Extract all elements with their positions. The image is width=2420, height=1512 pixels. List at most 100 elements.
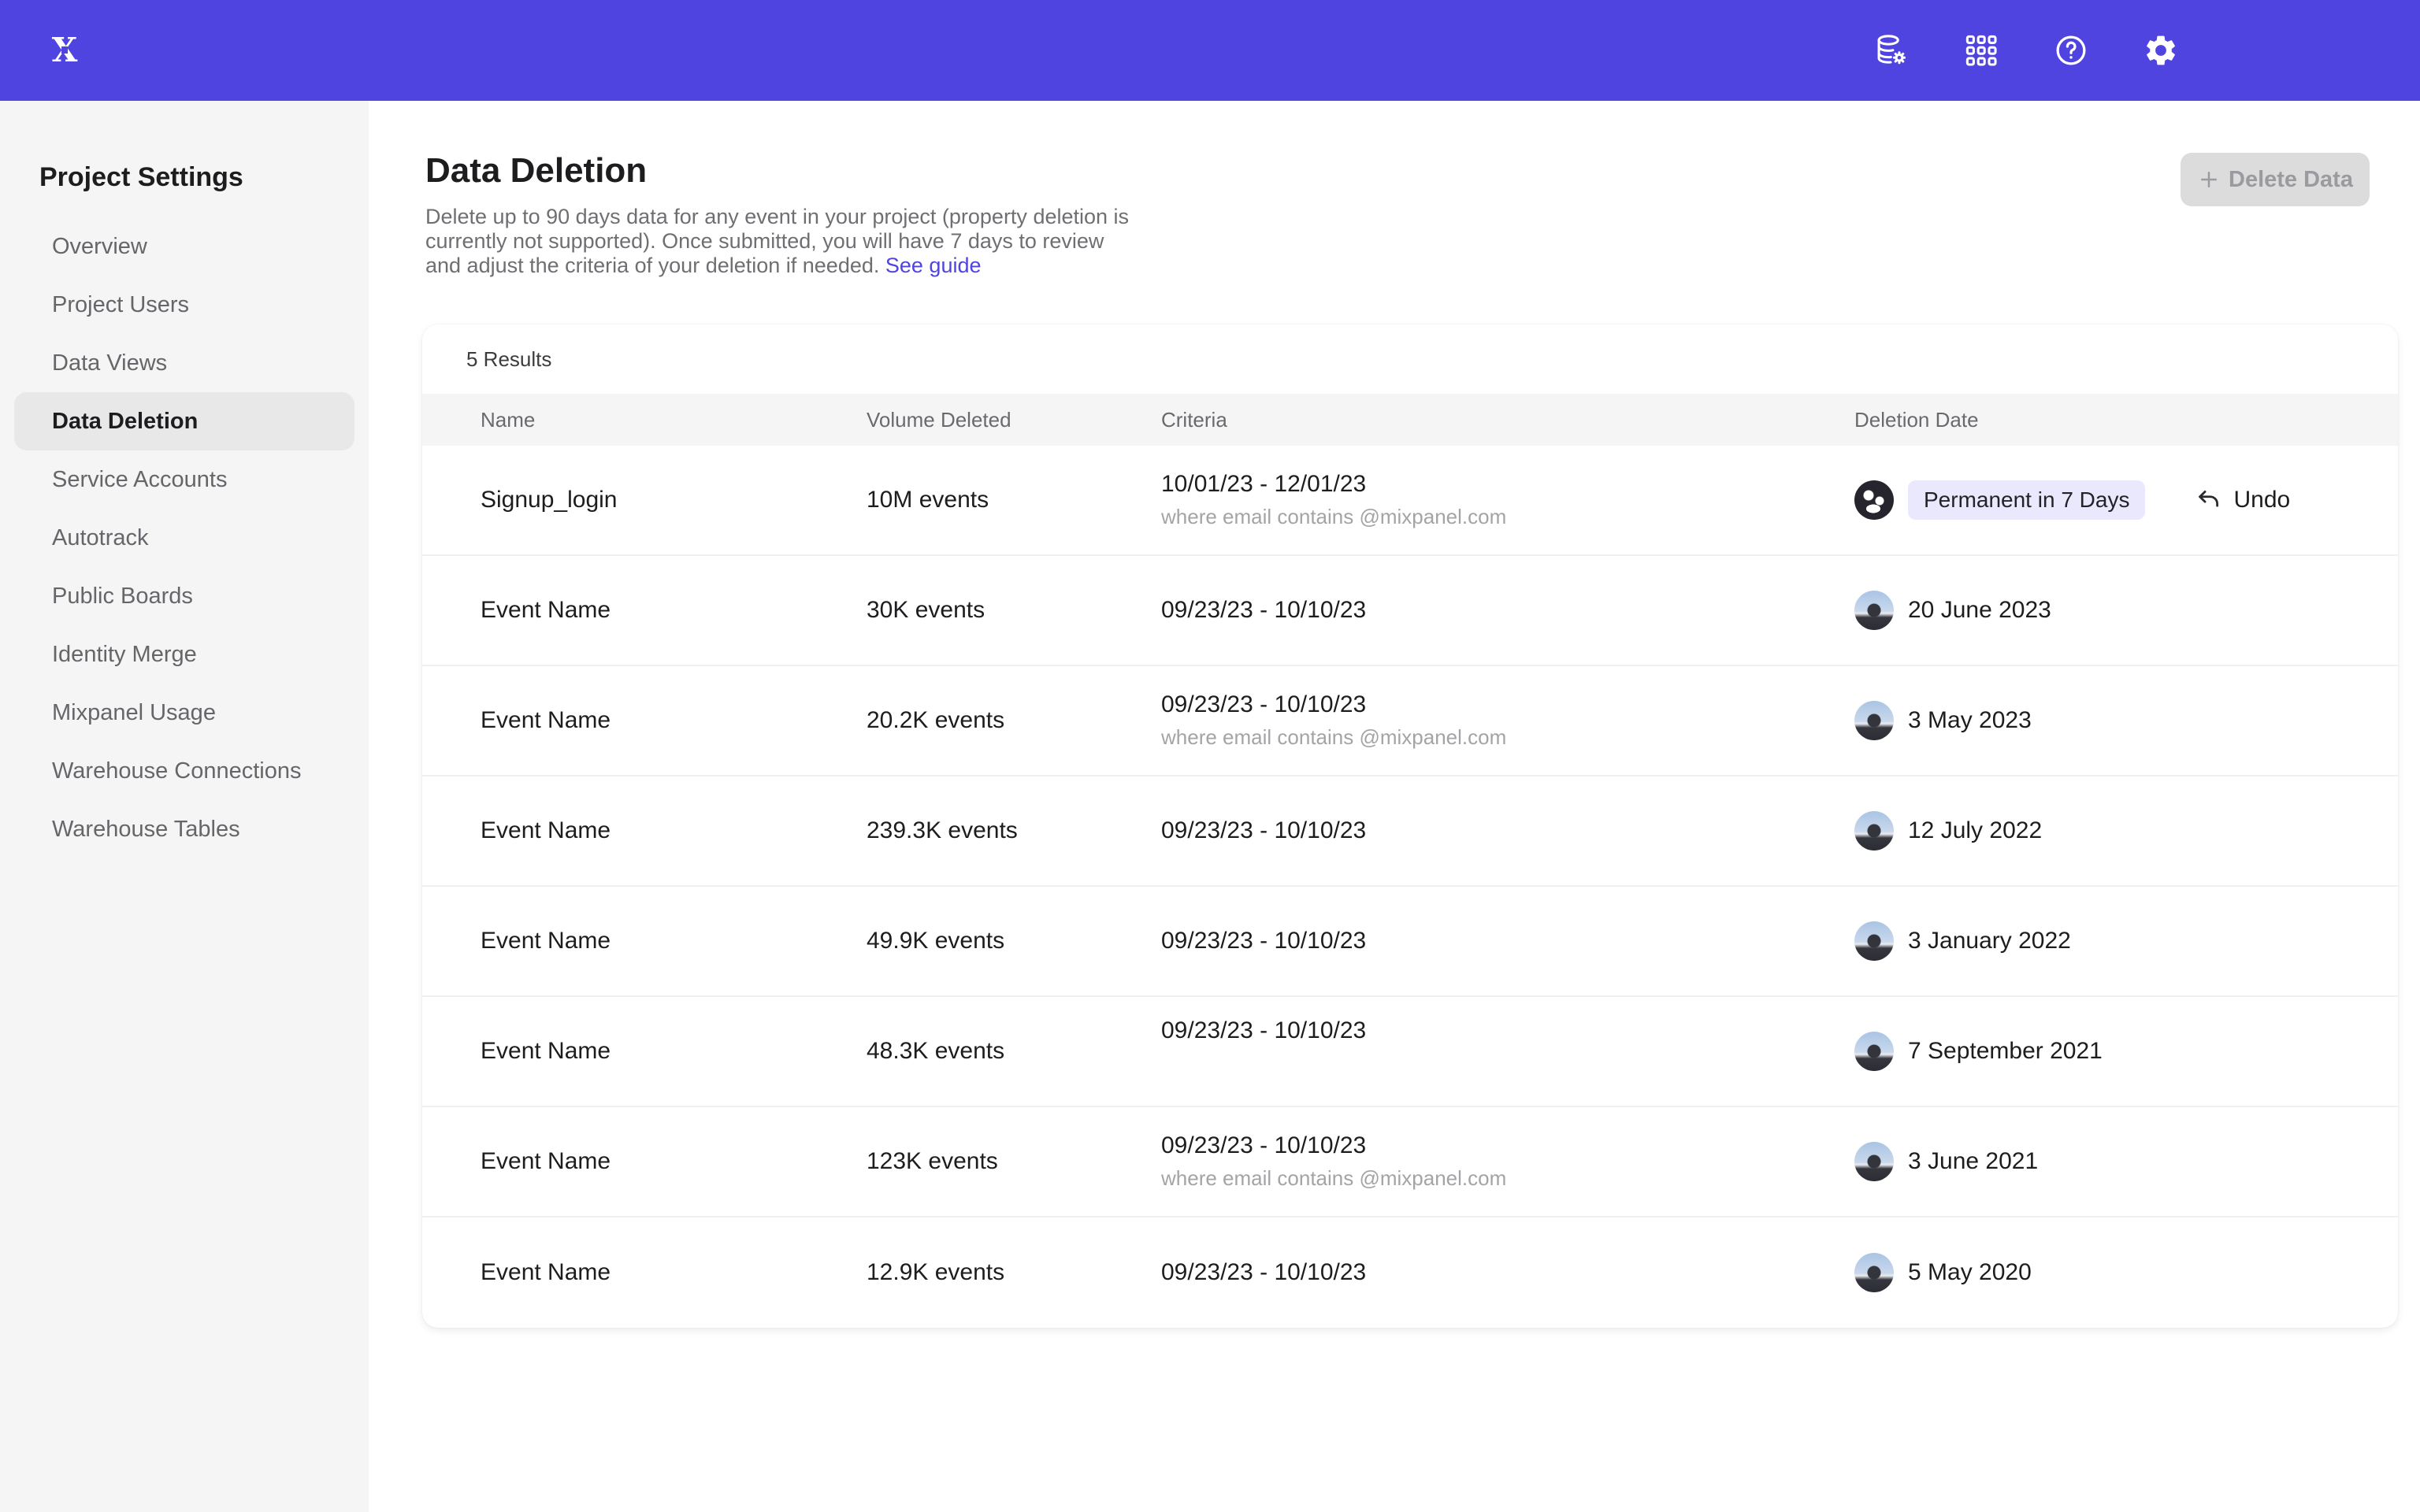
mixpanel-logo-icon[interactable]: X xyxy=(46,32,84,69)
help-icon[interactable] xyxy=(2053,32,2089,69)
criteria-cell: 10/01/23 - 12/01/23 where email contains… xyxy=(1161,446,1854,554)
name-cell: Event Name xyxy=(422,666,867,775)
sidebar-item-warehouse-tables[interactable]: Warehouse Tables xyxy=(14,800,354,858)
table-row: Signup_login 10M events 10/01/23 - 12/01… xyxy=(422,446,2398,556)
volume-cell: 48.3K events xyxy=(867,997,1161,1106)
criteria-date-range: 10/01/23 - 12/01/23 xyxy=(1161,471,1366,498)
topbar-icon-group xyxy=(1873,32,2179,69)
column-header: Deletion Date xyxy=(1854,408,2398,432)
criteria-date-range: 09/23/23 - 10/10/23 xyxy=(1161,817,1366,844)
page-description-text: Delete up to 90 days data for any event … xyxy=(425,205,1129,277)
settings-gear-icon[interactable] xyxy=(2143,32,2179,69)
top-navigation-bar: X xyxy=(0,0,2420,101)
sidebar-item-service-accounts[interactable]: Service Accounts xyxy=(14,450,354,509)
name-cell: Event Name xyxy=(422,1217,867,1328)
table-row: Event Name 123K events 09/23/23 - 10/10/… xyxy=(422,1107,2398,1217)
sidebar-nav: OverviewProject UsersData ViewsData Dele… xyxy=(0,217,369,858)
name-cell: Event Name xyxy=(422,1107,867,1216)
avatar xyxy=(1854,1032,1894,1071)
sidebar-item-project-users[interactable]: Project Users xyxy=(14,276,354,334)
criteria-cell: 09/23/23 - 10/10/23 xyxy=(1161,887,1854,995)
avatar xyxy=(1854,1253,1894,1292)
table-row: Event Name 48.3K events 09/23/23 - 10/10… xyxy=(422,997,2398,1107)
name-cell: Event Name xyxy=(422,776,867,885)
deletion-date-cell: 12 July 2022 xyxy=(1854,776,2398,885)
deletion-date-text: 20 June 2023 xyxy=(1908,597,2051,624)
deletion-date-text: 5 May 2020 xyxy=(1908,1259,2032,1286)
settings-sidebar: Project Settings OverviewProject UsersDa… xyxy=(0,101,369,1512)
table-row: Event Name 30K events 09/23/23 - 10/10/2… xyxy=(422,556,2398,666)
table-header-row: NameVolume DeletedCriteriaDeletion Date xyxy=(422,394,2398,446)
criteria-date-range: 09/23/23 - 10/10/23 xyxy=(1161,1017,1366,1044)
table-row: Event Name 239.3K events 09/23/23 - 10/1… xyxy=(422,776,2398,887)
sidebar-item-data-deletion[interactable]: Data Deletion xyxy=(14,392,354,450)
name-cell: Event Name xyxy=(422,997,867,1106)
name-cell: Event Name xyxy=(422,887,867,995)
volume-cell: 123K events xyxy=(867,1107,1161,1216)
criteria-filter-text: where email contains @mixpanel.com xyxy=(1161,505,1506,529)
sidebar-title: Project Settings xyxy=(39,162,369,193)
deletion-date-cell: 3 June 2021 xyxy=(1854,1107,2398,1216)
plus-icon xyxy=(2197,168,2221,191)
criteria-filter-text: where email contains @mixpanel.com xyxy=(1161,1166,1506,1191)
volume-cell: 49.9K events xyxy=(867,887,1161,995)
deletion-date-text: 3 January 2022 xyxy=(1908,928,2071,954)
table-row: Event Name 20.2K events 09/23/23 - 10/10… xyxy=(422,666,2398,776)
column-header: Criteria xyxy=(1161,408,1854,432)
name-cell: Event Name xyxy=(422,556,867,665)
avatar xyxy=(1854,480,1894,520)
table-body: Signup_login 10M events 10/01/23 - 12/01… xyxy=(422,446,2398,1328)
criteria-cell: 09/23/23 - 10/10/23 where email contains… xyxy=(1161,1107,1854,1216)
sidebar-item-data-views[interactable]: Data Views xyxy=(14,334,354,392)
volume-cell: 239.3K events xyxy=(867,776,1161,885)
criteria-cell: 09/23/23 - 10/10/23 xyxy=(1161,556,1854,665)
deletion-date-text: 7 September 2021 xyxy=(1908,1038,2103,1065)
criteria-cell: 09/23/23 - 10/10/23 xyxy=(1161,776,1854,885)
criteria-date-range: 09/23/23 - 10/10/23 xyxy=(1161,928,1366,954)
deletion-date-text: 3 June 2021 xyxy=(1908,1148,2038,1175)
results-count: 5 Results xyxy=(466,347,551,372)
page-description: Delete up to 90 days data for any event … xyxy=(425,205,1142,278)
column-header: Name xyxy=(422,408,867,432)
status-badge: Permanent in 7 Days xyxy=(1908,480,2145,520)
name-cell: Signup_login xyxy=(422,446,867,554)
sidebar-item-overview[interactable]: Overview xyxy=(14,217,354,276)
table-row: Event Name 12.9K events 09/23/23 - 10/10… xyxy=(422,1217,2398,1328)
delete-data-button[interactable]: Delete Data xyxy=(2181,153,2370,206)
apps-grid-icon[interactable] xyxy=(1963,32,1999,69)
deletion-date-text: 3 May 2023 xyxy=(1908,707,2032,734)
criteria-cell: 09/23/23 - 10/10/23 xyxy=(1161,997,1854,1106)
avatar xyxy=(1854,811,1894,850)
volume-cell: 12.9K events xyxy=(867,1217,1161,1328)
sidebar-item-warehouse-connections[interactable]: Warehouse Connections xyxy=(14,742,354,800)
criteria-date-range: 09/23/23 - 10/10/23 xyxy=(1161,1132,1366,1159)
sidebar-item-public-boards[interactable]: Public Boards xyxy=(14,567,354,625)
volume-cell: 10M events xyxy=(867,446,1161,554)
volume-cell: 20.2K events xyxy=(867,666,1161,775)
criteria-date-range: 09/23/23 - 10/10/23 xyxy=(1161,1259,1366,1286)
criteria-filter-text: where email contains @mixpanel.com xyxy=(1161,725,1506,750)
avatar xyxy=(1854,591,1894,630)
sidebar-item-identity-merge[interactable]: Identity Merge xyxy=(14,625,354,684)
data-management-icon[interactable] xyxy=(1873,32,1910,69)
table-row: Event Name 49.9K events 09/23/23 - 10/10… xyxy=(422,887,2398,997)
deletion-date-cell: Permanent in 7 Days Undo xyxy=(1854,446,2398,554)
volume-cell: 30K events xyxy=(867,556,1161,665)
criteria-date-range: 09/23/23 - 10/10/23 xyxy=(1161,691,1366,718)
sidebar-item-mixpanel-usage[interactable]: Mixpanel Usage xyxy=(14,684,354,742)
undo-label: Undo xyxy=(2233,487,2290,513)
see-guide-link[interactable]: See guide xyxy=(885,254,982,277)
deletion-date-cell: 5 May 2020 xyxy=(1854,1217,2398,1328)
avatar xyxy=(1854,701,1894,740)
delete-data-button-label: Delete Data xyxy=(2229,167,2353,193)
column-header: Volume Deleted xyxy=(867,408,1161,432)
criteria-cell: 09/23/23 - 10/10/23 xyxy=(1161,1217,1854,1328)
sidebar-item-autotrack[interactable]: Autotrack xyxy=(14,509,354,567)
criteria-date-range: 09/23/23 - 10/10/23 xyxy=(1161,597,1366,624)
deletion-date-cell: 20 June 2023 xyxy=(1854,556,2398,665)
undo-button[interactable]: Undo xyxy=(2195,487,2290,513)
page-title: Data Deletion xyxy=(425,151,647,191)
deletion-date-cell: 3 May 2023 xyxy=(1854,666,2398,775)
deletion-requests-card: 5 Results NameVolume DeletedCriteriaDele… xyxy=(422,324,2398,1328)
deletion-date-cell: 3 January 2022 xyxy=(1854,887,2398,995)
